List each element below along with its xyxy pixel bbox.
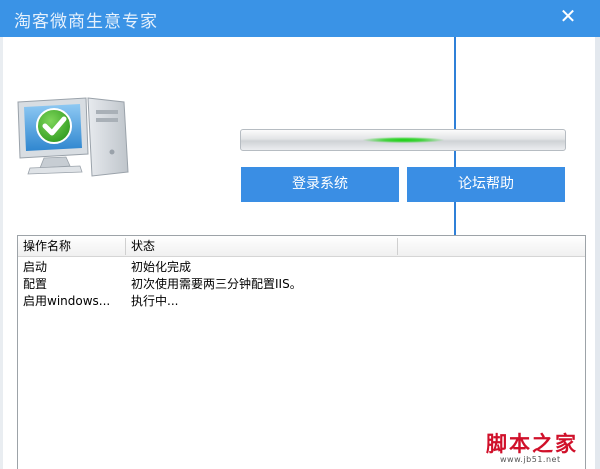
login-system-button[interactable]: 登录系统 [241,167,399,202]
close-icon[interactable]: ✕ [556,4,580,28]
window-title: 淘客微商生意专家 [14,12,158,32]
watermark-text: 脚本之家 [486,431,578,456]
table-row[interactable]: 启动 初始化完成 [18,257,585,274]
forum-help-button[interactable]: 论坛帮助 [407,167,565,202]
column-header-status[interactable]: 状态 [131,238,155,254]
progress-bar [240,129,566,151]
row-status: 初始化完成 [131,260,192,274]
row-operation-name: 配置 [23,277,48,291]
row-status: 初次使用需要两三分钟配置IIS。 [131,277,302,291]
column-separator[interactable] [397,238,398,255]
watermark-url: www.jb51.net [500,455,561,464]
column-header-operation[interactable]: 操作名称 [23,238,71,254]
window-right-edge [595,37,600,469]
site-watermark: 脚本之家 www.jb51.net [486,428,592,466]
window-left-edge [0,37,3,469]
table-row[interactable]: 启用windows... 执行中... [18,291,585,308]
row-status: 执行中... [131,294,179,308]
computer-check-icon [17,97,129,177]
row-operation-name: 启用windows... [23,294,111,308]
column-separator[interactable] [125,238,126,255]
progress-indicator [363,137,444,143]
row-operation-name: 启动 [23,260,48,274]
table-row[interactable]: 配置 初次使用需要两三分钟配置IIS。 [18,274,585,291]
title-bar: 淘客微商生意专家 ✕ [0,0,600,37]
table-header: 操作名称 状态 [18,236,585,257]
